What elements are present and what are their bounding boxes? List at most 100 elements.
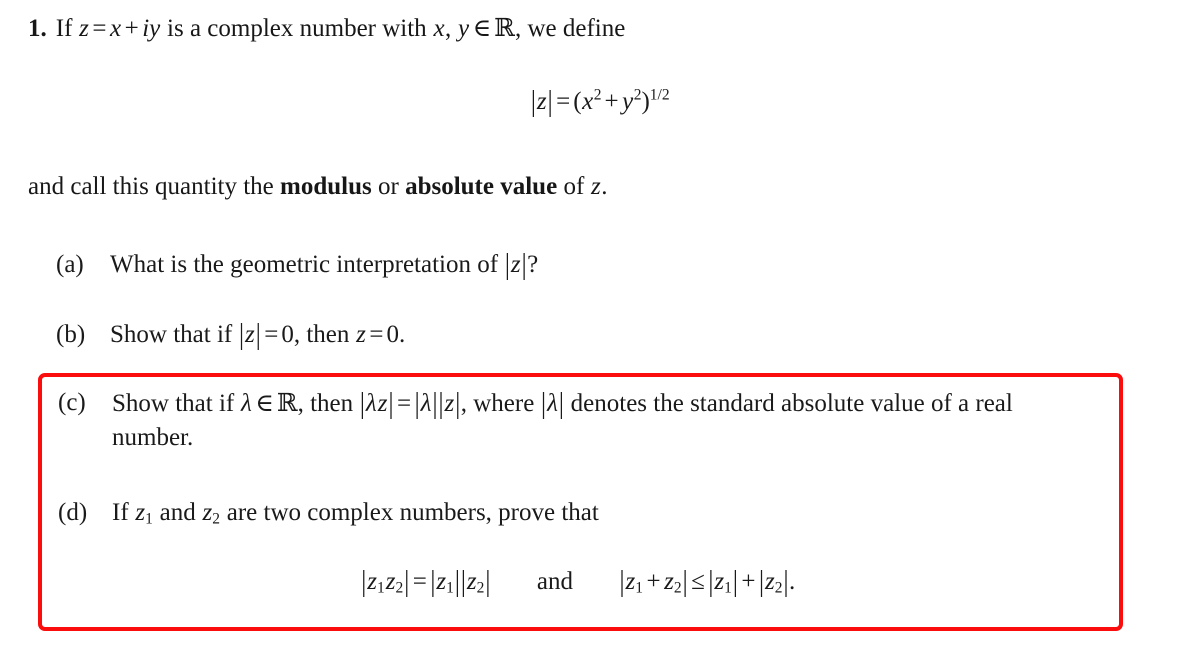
equation-conjunction: and [536,568,573,595]
math-lambda: λ [420,390,432,417]
item-b-text-3: . [398,321,406,348]
list-item-b: (b) Show that if |z| = 0, then z = 0. [56,318,1096,352]
abs-bar-open: | [460,565,466,598]
math-term-iy: iy [142,15,161,42]
abs-bar-close: | [783,565,789,598]
math-reals-symbol: ℝ [494,13,515,42]
subscript-two: 2 [212,510,220,528]
math-equals: = [369,321,384,348]
math-equals: = [556,88,571,115]
item-d-text-1: If [112,499,129,526]
exponent-one-half: 1/2 [649,86,670,104]
math-plus: + [646,568,661,595]
math-equals: = [396,390,412,417]
math-lambda: λ [547,390,558,417]
item-body-b: Show that if |z| = 0, then z = 0. [110,318,1096,352]
math-variable-y: y [458,15,470,42]
math-reals-symbol: ℝ [276,388,298,417]
abs-bar-open: | [438,387,444,420]
subscript-one: 1 [724,579,732,597]
math-plus: + [124,15,139,42]
item-a-text-2: ? [527,251,539,278]
subscript-one: 1 [446,579,454,597]
term-modulus: modulus [280,173,372,200]
math-variable-x: x [110,15,122,42]
abs-bar-close: | [485,565,491,598]
math-equals: = [264,321,279,348]
item-b-text-2: , then [293,321,350,348]
item-label-b: (b) [56,321,86,348]
math-element-of: ∈ [472,15,492,42]
display-equation-modulus-definition: |z| = (x2 + y2)1/2 [0,85,1200,118]
math-less-equal: ≤ [691,568,705,595]
math-equals: = [412,568,427,595]
math-variable-z1: z1 [714,568,732,597]
math-variable-z: z [244,321,255,348]
problem-stem: 1. If z = x + iy is a complex number with x, … [28,12,625,45]
list-item-c: (c) Show that if λ ∈ ℝ, then |λz| = |λ||z|, … [58,386,1088,454]
item-label-c: (c) [58,389,86,416]
item-d-text-3: are two complex numbers, prove that [226,499,599,526]
abs-bar-open: | [708,565,714,598]
item-b-text-1: Show that if [110,321,233,348]
abs-bar-open: | [359,387,365,420]
subscript-two: 2 [673,579,682,597]
math-variable-z2: z2 [664,568,682,597]
math-variable-z: z [444,390,455,417]
math-variable-z: z [79,15,89,42]
math-plus: + [741,568,756,595]
item-a-text-1: What is the geometric interpretation of [110,251,499,278]
equation-period: . [788,568,796,595]
item-body-c: Show that if λ ∈ ℝ, then |λz| = |λ||z|, wher… [112,386,1088,454]
abs-bar-close: | [255,318,261,351]
math-equals: = [92,15,107,42]
abs-bar-open: | [430,565,436,598]
equation-triangle-inequality: |z1 + z2| ≤ |z1| + |z2|. [619,565,796,598]
item-label-d: (d) [58,499,88,526]
subscript-one: 1 [145,510,153,528]
abs-bar-open: | [541,387,547,420]
math-zero: 0 [386,321,399,348]
abs-bar-close: | [732,565,738,598]
abs-bar-close: | [455,387,461,420]
subscript-two: 2 [774,579,783,597]
math-lambda: λ [365,390,377,417]
abs-bar-open: | [361,565,367,598]
math-plus: + [604,88,619,115]
math-variable-x: x [582,88,594,115]
math-variable-z2: z2 [202,499,220,528]
abs-bar-open: | [758,565,764,598]
problem-number: 1. [28,15,47,42]
abs-bar-open: | [238,318,244,351]
item-c-text-1: Show that if [112,390,235,417]
term-absolute-value: absolute value [405,173,558,200]
equation-product-modulus: |z1z2| = |z1||z2| [361,565,491,598]
abs-bar-close: | [404,565,410,598]
stem-comma: , [445,15,452,42]
paren-open: ( [573,88,582,115]
subscript-one: 1 [635,579,643,597]
paren-close: ) [641,88,650,115]
math-zero: 0 [281,321,294,348]
math-element-of: ∈ [255,390,274,417]
item-body-a: What is the geometric interpretation of … [110,248,1096,282]
math-variable-z1: z1 [436,568,454,597]
stem-text-before: If [55,15,73,42]
subscript-one: 1 [377,579,385,597]
abs-bar-close: | [558,387,564,420]
math-lambda: λ [240,390,252,417]
item-c-text-2: , then [297,390,354,417]
stem-text-after: , we define [514,15,626,42]
math-variable-z: z [510,251,521,278]
call-line-part1: and call this quantity the [28,173,274,200]
display-equation-modulus-properties: |z1z2| = |z1||z2| and |z1 + z2| ≤ |z1| + |z2|. [58,565,1098,598]
abs-bar-close: | [388,387,394,420]
abs-bar-open: | [530,85,536,118]
item-label-a: (a) [56,251,84,278]
item-c-text-3: , where [460,390,535,417]
math-variable-x2: x [433,15,445,42]
math-variable-y: y [622,88,634,115]
subscript-two: 2 [395,579,404,597]
math-variable-z1: z1 [367,568,385,597]
abs-bar-open: | [414,387,420,420]
